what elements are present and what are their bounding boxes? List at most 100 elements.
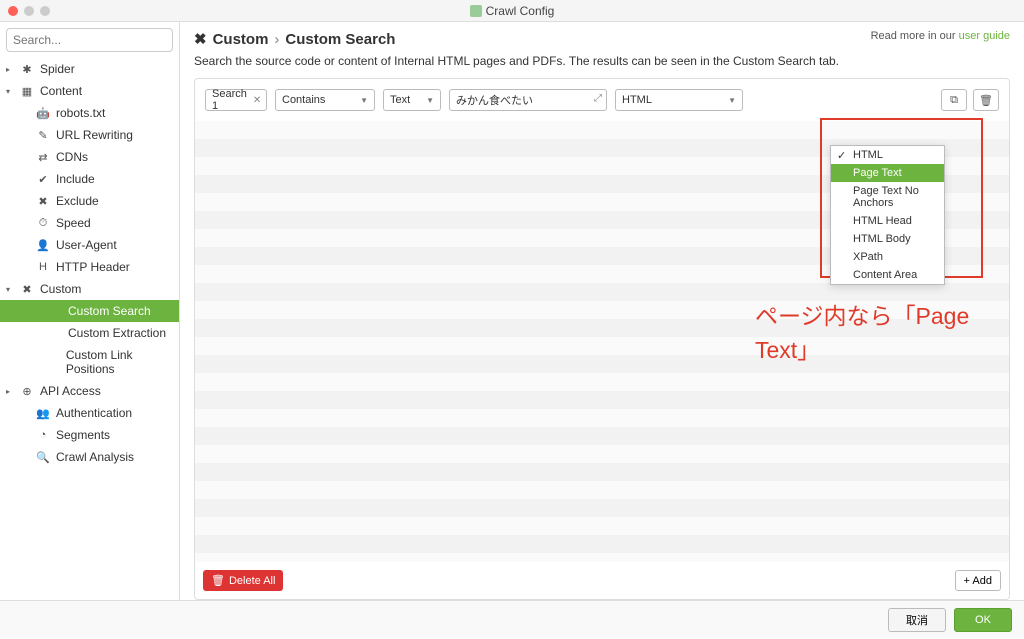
sidebar-item-custom[interactable]: ▾ ✖ Custom — [0, 278, 179, 300]
sidebar-item-custom-link-positions[interactable]: Custom Link Positions — [0, 344, 179, 380]
delete-all-button[interactable]: 🗑 Delete All — [203, 570, 283, 591]
filter-value: Contains — [282, 94, 325, 106]
remove-search-icon[interactable]: ✕ — [253, 95, 261, 106]
tree-item-label: API Access — [40, 384, 101, 398]
type-select[interactable]: Text ▼ — [383, 89, 441, 111]
search-name-chip[interactable]: Search 1 ✕ — [205, 89, 267, 111]
searchtype-select[interactable]: HTML ▼ — [615, 89, 743, 111]
window-title-text: Crawl Config — [486, 4, 555, 18]
dropdown-option-page-text[interactable]: Page Text — [831, 164, 944, 182]
duplicate-button[interactable]: ⧉ — [941, 89, 967, 111]
tree-item-icon: 👤 — [36, 238, 50, 252]
sidebar-item-segments[interactable]: ◔Segments — [0, 424, 179, 446]
breadcrumb: ✖ Custom › Custom Search — [194, 30, 395, 48]
tree-item-label: CDNs — [56, 150, 88, 164]
readmore: Read more in our user guide — [871, 30, 1010, 42]
dropdown-option-content-area[interactable]: Content Area — [831, 266, 944, 284]
tree-item-icon: 🔍 — [36, 450, 50, 464]
dropdown-option-html-head[interactable]: HTML Head — [831, 212, 944, 230]
tree-item-label: Crawl Analysis — [56, 450, 134, 464]
sidebar-item-spider[interactable]: ▸✱Spider — [0, 58, 179, 80]
tree-item-label: User-Agent — [56, 238, 117, 252]
delete-all-label: Delete All — [229, 575, 275, 587]
tree-item-label: Spider — [40, 62, 75, 76]
tree-item-label: Speed — [56, 216, 91, 230]
minimize-window-button[interactable] — [24, 6, 34, 16]
cancel-button[interactable]: 取消 — [888, 608, 946, 632]
tree-item-label: Authentication — [56, 406, 132, 420]
sidebar-item-cdns[interactable]: ⇄ CDNs — [0, 146, 179, 168]
tree-caret-icon: ▾ — [6, 87, 14, 96]
tree-item-icon: ⏱ — [36, 216, 50, 230]
dropdown-option-page-text-no-anchors[interactable]: Page Text No Anchors — [831, 182, 944, 212]
filter-select[interactable]: Contains ▼ — [275, 89, 375, 111]
sidebar-item-custom-search[interactable]: Custom Search — [0, 300, 179, 322]
chevron-down-icon: ▼ — [360, 96, 368, 105]
tree-item-icon: ⊕ — [20, 384, 34, 398]
dropdown-option-xpath[interactable]: XPath — [831, 248, 944, 266]
tree-item-label: Segments — [56, 428, 110, 442]
sidebar-item-robots-txt[interactable]: 🤖robots.txt — [0, 102, 179, 124]
tree-item-label: Content — [40, 84, 82, 98]
tree-item-icon: ⇄ — [36, 150, 50, 164]
tree-item-icon: ✖ — [36, 194, 50, 208]
sidebar-item-url-rewriting[interactable]: ✎URL Rewriting — [0, 124, 179, 146]
tree-item-label: Custom — [40, 282, 81, 296]
tree-item-icon: H — [36, 260, 50, 274]
maximize-window-button[interactable] — [40, 6, 50, 16]
expand-icon[interactable]: ⤢ — [594, 93, 602, 104]
search-name-label: Search 1 — [212, 88, 247, 112]
titlebar: Crawl Config — [0, 0, 1024, 22]
tree-item-label: Exclude — [56, 194, 99, 208]
breadcrumb-current: Custom Search — [285, 31, 395, 48]
readmore-prefix: Read more in our — [871, 30, 959, 42]
tree-item-icon: 🤖 — [36, 106, 50, 120]
tree-item-icon: ✖ — [20, 282, 34, 296]
page-description: Search the source code or content of Int… — [194, 54, 1010, 68]
sidebar-item-content[interactable]: ▾ ▦ Content — [0, 80, 179, 102]
breadcrumb-root: Custom — [213, 31, 269, 48]
window-title: Crawl Config — [470, 4, 555, 18]
tree-item-icon — [47, 355, 60, 369]
sidebar-item-api-access[interactable]: ▸⊕API Access — [0, 380, 179, 402]
tree-item-icon: ✎ — [36, 128, 50, 142]
tree-item-label: HTTP Header — [56, 260, 130, 274]
dropdown-option-html-body[interactable]: HTML Body — [831, 230, 944, 248]
sidebar-item-http-header[interactable]: H HTTP Header — [0, 256, 179, 278]
main-panel: ✖ Custom › Custom Search Read more in ou… — [180, 22, 1024, 600]
sidebar-item-include[interactable]: ✔Include — [0, 168, 179, 190]
app-icon — [470, 5, 482, 17]
tree-caret-icon: ▾ — [6, 285, 14, 294]
breadcrumb-separator: › — [274, 31, 279, 48]
traffic-lights — [8, 6, 50, 16]
chevron-down-icon: ▼ — [426, 96, 434, 105]
sidebar-search-input[interactable] — [6, 28, 173, 52]
trash-icon: 🗑 — [211, 574, 225, 587]
tree-item-icon: 👥 — [36, 406, 50, 420]
searchtype-value: HTML — [622, 94, 652, 106]
tree-item-label: Custom Search — [68, 304, 151, 318]
tree-item-icon: ▦ — [20, 84, 34, 98]
dropdown-option-html[interactable]: HTML — [831, 146, 944, 164]
bottom-bar: 取消 OK — [0, 600, 1024, 638]
tree-item-label: Custom Extraction — [68, 326, 166, 340]
sidebar-item-exclude[interactable]: ✖ Exclude — [0, 190, 179, 212]
sidebar: ▸✱Spider▾▦Content🤖robots.txt✎URL Rewriti… — [0, 22, 180, 600]
sidebar-item-speed[interactable]: ⏱ Speed — [0, 212, 179, 234]
sidebar-item-user-agent[interactable]: 👤 User-Agent — [0, 234, 179, 256]
add-button[interactable]: + Add — [955, 570, 1001, 591]
close-window-button[interactable] — [8, 6, 18, 16]
sidebar-item-authentication[interactable]: 👥 Authentication — [0, 402, 179, 424]
sidebar-item-crawl-analysis[interactable]: 🔍 Crawl Analysis — [0, 446, 179, 468]
ok-button[interactable]: OK — [954, 608, 1012, 632]
sidebar-item-custom-extraction[interactable]: Custom Extraction — [0, 322, 179, 344]
sidebar-tree: ▸✱Spider▾▦Content🤖robots.txt✎URL Rewriti… — [0, 58, 179, 600]
tree-item-icon — [48, 304, 62, 318]
user-guide-link[interactable]: user guide — [959, 30, 1010, 42]
query-input[interactable]: みかん食べたい ⤢ — [449, 89, 607, 111]
query-value: みかん食べたい — [456, 92, 533, 108]
tree-item-label: Custom Link Positions — [66, 348, 173, 376]
tree-item-icon: ✱ — [20, 62, 34, 76]
delete-row-button[interactable]: 🗑 — [973, 89, 999, 111]
chevron-down-icon: ▼ — [728, 96, 736, 105]
